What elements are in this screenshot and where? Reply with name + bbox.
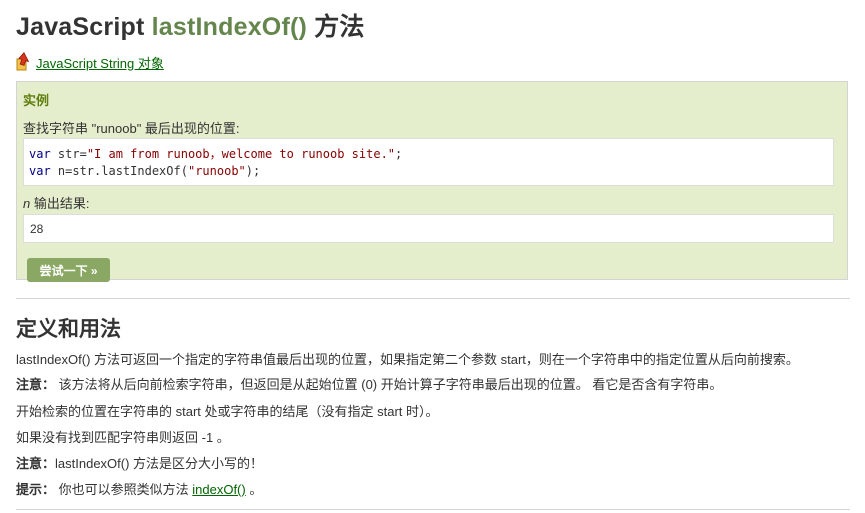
start-position-paragraph: 开始检索的位置在字符串的 start 处或字符串的结尾（没有指定 start 时… <box>16 404 439 419</box>
tip-paragraph: 提示： 你也可以参照类似方法 indexOf() 。 <box>16 482 263 497</box>
page-title-suffix: 方法 <box>314 13 365 41</box>
note-paragraph: 注意： 该方法将从后向前检索字符串，但返回是从起始位置 (0) 开始计算子字符串… <box>16 377 723 392</box>
example-description: 查找字符串 "runoob" 最后出现的位置: <box>23 121 240 136</box>
section-heading-definition: 定义和用法 <box>16 318 121 341</box>
not-found-paragraph: 如果没有找到匹配字符串则返回 -1 。 <box>16 430 230 445</box>
example-heading: 实例 <box>23 93 50 108</box>
indexof-link[interactable]: indexOf() <box>192 482 245 497</box>
back-link-row: JavaScript String 对象 <box>16 46 164 72</box>
case-sensitive-note: 注意：lastIndexOf() 方法是区分大小写的！ <box>16 456 264 471</box>
example-box: 实例 查找字符串 "runoob" 最后出现的位置: var str="I am… <box>16 81 848 282</box>
code-block: var str="I am from runoob，welcome to run… <box>23 138 834 186</box>
definition-paragraph: lastIndexOf() 方法可返回一个指定的字符串值最后出现的位置，如果指定… <box>16 352 799 367</box>
code-line: var str="I am from runoob，welcome to run… <box>29 147 403 161</box>
up-arrow-icon[interactable] <box>16 50 34 72</box>
output-label: n 输出结果: <box>23 196 90 211</box>
try-it-button[interactable]: 尝试一下 » <box>27 258 110 282</box>
divider <box>16 298 850 299</box>
output-box: 28 <box>23 214 834 243</box>
back-to-string-object-link[interactable]: JavaScript String 对象 <box>36 57 164 72</box>
code-line: var n=str.lastIndexOf("runoob"); <box>29 164 261 178</box>
bottom-divider <box>16 509 850 510</box>
page-title-prefix: JavaScript <box>16 13 145 41</box>
page-title: JavaScript lastIndexOf() 方法 <box>16 7 365 43</box>
page-title-method: lastIndexOf() <box>151 13 308 41</box>
